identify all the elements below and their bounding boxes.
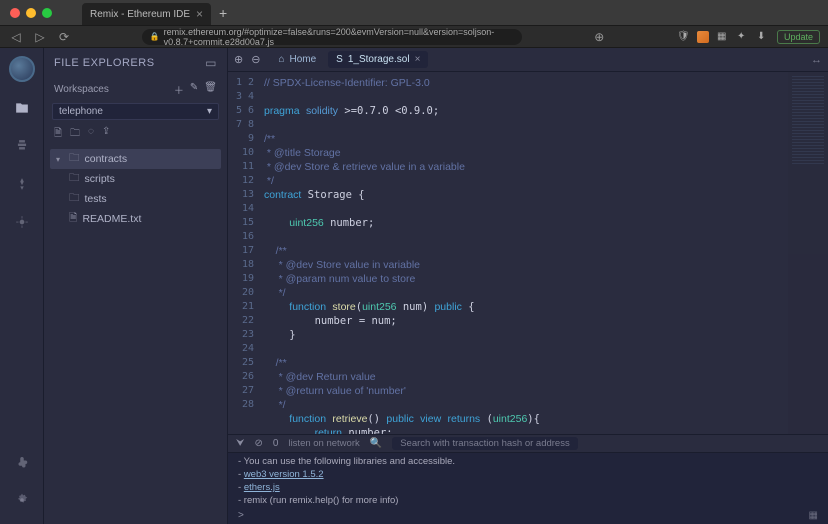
terminal-line: - web3 version 1.5.2 bbox=[238, 468, 818, 481]
workspaces-label: Workspaces bbox=[54, 84, 109, 95]
tree-label: contracts bbox=[85, 153, 128, 165]
tab-label: 1_Storage.sol bbox=[348, 54, 410, 65]
browser-tab[interactable]: Remix - Ethereum IDE × bbox=[82, 3, 211, 25]
reload-button[interactable]: ⟳ bbox=[56, 30, 72, 44]
file-explorer-panel: FILE EXPLORERS ▭ Workspaces ＋ ✎ 🗑 teleph… bbox=[44, 48, 228, 524]
tree-label: README.txt bbox=[82, 213, 141, 225]
debugger-icon[interactable] bbox=[10, 210, 34, 234]
tree-label: scripts bbox=[85, 173, 115, 185]
prompt-symbol: > bbox=[238, 510, 244, 521]
shield-icon[interactable]: 🛡 bbox=[677, 31, 689, 43]
new-folder-icon[interactable]: 🗀 bbox=[70, 126, 80, 143]
maximize-window-button[interactable] bbox=[42, 8, 52, 18]
code-editor[interactable]: // SPDX-License-Identifier: GPL-3.0 prag… bbox=[262, 72, 788, 434]
address-bar: ◁ ▷ ⟳ 🔒 remix.ethereum.org/#optimize=fal… bbox=[0, 26, 828, 48]
workspace-row: Workspaces ＋ ✎ 🗑 bbox=[44, 78, 227, 101]
tab-home[interactable]: ⌂ Home bbox=[270, 51, 324, 68]
back-button[interactable]: ◁ bbox=[8, 30, 24, 44]
minimap[interactable] bbox=[788, 72, 828, 434]
tab-label: Home bbox=[289, 54, 316, 65]
tree-file-readme[interactable]: 🗎 README.txt bbox=[50, 209, 221, 229]
line-gutter: 1 2 3 4 5 6 7 8 9 10 11 12 13 14 15 16 1… bbox=[228, 72, 262, 434]
tab-title: Remix - Ethereum IDE bbox=[90, 9, 190, 20]
file-explorer-icon[interactable] bbox=[10, 96, 34, 120]
remix-logo[interactable] bbox=[9, 56, 35, 82]
publish-github-icon[interactable]: ◌ bbox=[88, 126, 94, 143]
panel-header: FILE EXPLORERS ▭ bbox=[44, 48, 227, 78]
folder-icon: 🗀 bbox=[69, 190, 80, 208]
minimize-window-button[interactable] bbox=[26, 8, 36, 18]
folder-icon: 🗀 bbox=[69, 150, 80, 168]
tree-folder-contracts[interactable]: ▾ 🗀 contracts bbox=[50, 149, 221, 169]
terminal-menu-icon[interactable]: ▦ bbox=[809, 510, 818, 521]
new-tab-button[interactable]: + bbox=[219, 5, 227, 21]
main-area: ⊕ ⊖ ⌂ Home S 1_Storage.sol × ↔ 1 2 3 4 5… bbox=[228, 48, 828, 524]
zoom-out-icon[interactable]: ⊖ bbox=[251, 53, 260, 66]
tree-folder-scripts[interactable]: 🗀 scripts bbox=[50, 169, 221, 189]
reader-icon[interactable]: ⊕ bbox=[591, 30, 607, 44]
icon-sidebar bbox=[0, 48, 44, 524]
tx-search-input[interactable]: Search with transaction hash or address bbox=[392, 437, 578, 450]
extension-icon[interactable]: ▦ bbox=[717, 31, 729, 43]
plugin-icon[interactable] bbox=[10, 452, 34, 476]
settings-icon[interactable] bbox=[10, 488, 34, 512]
file-tree: ▾ 🗀 contracts 🗀 scripts 🗀 tests 🗎 bbox=[44, 147, 227, 231]
forward-button[interactable]: ▷ bbox=[32, 30, 48, 44]
terminal-input[interactable]: > ▦ bbox=[228, 506, 828, 524]
search-icon[interactable]: 🔍 bbox=[370, 438, 382, 449]
tree-folder-tests[interactable]: 🗀 tests bbox=[50, 189, 221, 209]
workspace-select[interactable]: telephone ▾ bbox=[52, 103, 219, 120]
chevron-down-icon: ▾ bbox=[207, 106, 212, 117]
listen-network-label[interactable]: listen on network bbox=[288, 438, 359, 449]
upload-icon[interactable]: ⇪ bbox=[102, 126, 110, 143]
tree-label: tests bbox=[85, 193, 107, 205]
solidity-icon: S bbox=[336, 54, 343, 65]
terminal-line: - ethers.js bbox=[238, 481, 818, 494]
terminal-line: - remix (run remix.help() for more info) bbox=[238, 494, 818, 506]
file-icon: 🗎 bbox=[69, 210, 77, 228]
browser-tab-strip: Remix - Ethereum IDE × + bbox=[82, 0, 227, 25]
tab-storage-sol[interactable]: S 1_Storage.sol × bbox=[328, 51, 428, 68]
zoom-in-icon[interactable]: ⊕ bbox=[234, 53, 243, 66]
pending-tx-count: 0 bbox=[273, 438, 279, 449]
home-icon: ⌂ bbox=[278, 54, 284, 65]
delete-workspace-icon[interactable]: 🗑 bbox=[204, 82, 217, 97]
panel-title: FILE EXPLORERS bbox=[54, 57, 155, 69]
deploy-icon[interactable] bbox=[10, 172, 34, 196]
web3-link[interactable]: web3 version 1.5.2 bbox=[244, 469, 324, 480]
scroll-tabs-icon[interactable]: ↔ bbox=[811, 54, 822, 66]
workspace-selected: telephone bbox=[59, 106, 103, 117]
terminal-output[interactable]: - You can use the following libraries an… bbox=[228, 452, 828, 506]
app-window: Remix - Ethereum IDE × + ◁ ▷ ⟳ 🔒 remix.e… bbox=[0, 0, 828, 524]
caret-icon: ▾ bbox=[56, 155, 64, 164]
lock-icon: 🔒 bbox=[150, 32, 160, 41]
ethers-link[interactable]: ethers.js bbox=[244, 482, 280, 493]
terminal-line: - You can use the following libraries an… bbox=[238, 455, 818, 468]
close-window-button[interactable] bbox=[10, 8, 20, 18]
url-text: remix.ethereum.org/#optimize=false&runs=… bbox=[164, 27, 514, 47]
remix-app: FILE EXPLORERS ▭ Workspaces ＋ ✎ 🗑 teleph… bbox=[0, 48, 828, 524]
add-workspace-icon[interactable]: ＋ bbox=[174, 82, 184, 97]
close-tab-icon[interactable]: × bbox=[415, 54, 421, 65]
status-bar: ⮟ ⊘ 0 listen on network 🔍 Search with tr… bbox=[228, 434, 828, 452]
rename-workspace-icon[interactable]: ✎ bbox=[190, 82, 198, 97]
panel-menu-icon[interactable]: ▭ bbox=[205, 56, 217, 70]
compiler-icon[interactable] bbox=[10, 134, 34, 158]
titlebar: Remix - Ethereum IDE × + bbox=[0, 0, 828, 26]
folder-icon: 🗀 bbox=[69, 170, 80, 188]
clear-icon[interactable]: ⊘ bbox=[255, 438, 263, 449]
url-field[interactable]: 🔒 remix.ethereum.org/#optimize=false&run… bbox=[142, 29, 522, 45]
metamask-icon[interactable] bbox=[697, 31, 709, 43]
new-file-icon[interactable]: 🗎 bbox=[54, 126, 62, 143]
puzzle-icon[interactable]: ✦ bbox=[737, 31, 749, 43]
editor-tabs: ⊕ ⊖ ⌂ Home S 1_Storage.sol × ↔ bbox=[228, 48, 828, 72]
download-icon[interactable]: ⬇ bbox=[757, 31, 769, 43]
toggle-terminal-icon[interactable]: ⮟ bbox=[236, 438, 245, 449]
editor-body: 1 2 3 4 5 6 7 8 9 10 11 12 13 14 15 16 1… bbox=[228, 72, 828, 434]
close-tab-icon[interactable]: × bbox=[196, 7, 203, 21]
update-button[interactable]: Update bbox=[777, 30, 820, 44]
file-toolbar: 🗎 🗀 ◌ ⇪ bbox=[44, 122, 227, 147]
toolbar-right: 🛡 ▦ ✦ ⬇ Update bbox=[677, 30, 820, 44]
window-controls bbox=[10, 8, 52, 18]
